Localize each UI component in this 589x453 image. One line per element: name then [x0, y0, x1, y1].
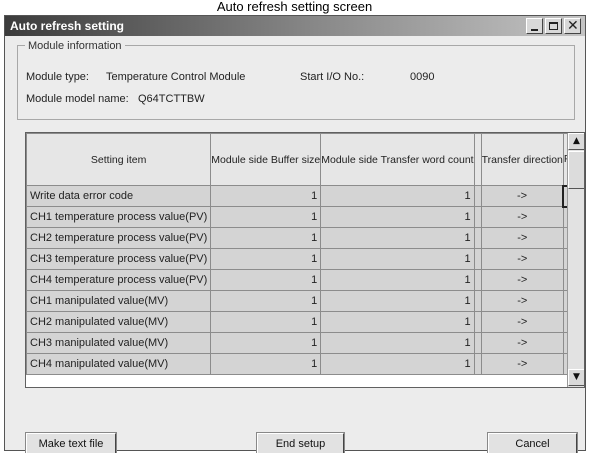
transfer-direction-cell: -> [480, 269, 564, 291]
make-text-file-button[interactable]: Make text file [26, 433, 116, 453]
buffer-size-cell: 1 [210, 206, 322, 228]
transfer-direction-cell: -> [480, 248, 564, 270]
transfer-direction-cell: -> [480, 311, 564, 333]
word-count-cell: 1 [320, 332, 475, 354]
close-icon: ✕ [567, 18, 579, 34]
setting-item-cell: CH1 manipulated value(MV) [26, 290, 212, 312]
word-count-cell: 1 [320, 311, 475, 333]
refresh-settings-grid: Setting item Module side Buffer size Mod… [25, 132, 585, 388]
settings-table: Setting item Module side Buffer size Mod… [26, 133, 584, 375]
table-row: CH4 manipulated value(MV) 1 1 -> [26, 353, 584, 375]
word-count-cell: 1 [320, 185, 475, 207]
transfer-direction-cell: -> [480, 206, 564, 228]
blank-cell [473, 290, 482, 312]
scroll-up-icon[interactable]: ▲ [568, 133, 584, 150]
module-information-frame [17, 45, 575, 120]
table-row: Write data error code 1 1 -> [26, 184, 584, 208]
blank-cell [473, 311, 482, 333]
transfer-direction-cell: -> [480, 290, 564, 312]
word-count-cell: 1 [320, 269, 475, 291]
buffer-size-cell: 1 [210, 248, 322, 270]
scroll-down-icon[interactable]: ▼ [568, 369, 584, 386]
setting-item-cell: CH4 temperature process value(PV) [26, 269, 212, 291]
vertical-scrollbar[interactable]: ▲ ▼ [567, 133, 584, 387]
minimize-button[interactable] [526, 18, 543, 34]
maximize-button[interactable] [545, 18, 562, 34]
blank-cell [473, 269, 482, 291]
blank-cell [473, 353, 482, 375]
header-row: Setting item Module side Buffer size Mod… [26, 133, 584, 186]
buffer-size-cell: 1 [210, 353, 322, 375]
end-setup-button[interactable]: End setup [257, 433, 344, 453]
setting-item-cell: Write data error code [26, 185, 212, 207]
maximize-icon [549, 22, 558, 30]
buffer-size-cell: 1 [210, 332, 322, 354]
table-row: CH1 temperature process value(PV) 1 1 -> [26, 206, 584, 228]
start-io-label: Start I/O No.: [300, 71, 365, 83]
table-row: CH4 temperature process value(PV) 1 1 -> [26, 269, 584, 291]
title-bar[interactable]: Auto refresh setting ✕ [5, 16, 585, 36]
blank-cell [473, 248, 482, 270]
setting-item-cell: CH3 manipulated value(MV) [26, 332, 212, 354]
word-count-cell: 1 [320, 248, 475, 270]
buffer-size-cell: 1 [210, 227, 322, 249]
buffer-size-cell: 1 [210, 185, 322, 207]
module-information-legend: Module information [25, 40, 125, 52]
table-row: CH3 temperature process value(PV) 1 1 -> [26, 248, 584, 270]
table-row: CH2 temperature process value(PV) 1 1 -> [26, 227, 584, 249]
buffer-size-cell: 1 [210, 269, 322, 291]
module-type-label: Module type: [26, 71, 89, 83]
col-header-transfer-word-count: Module side Transfer word count [320, 133, 475, 186]
word-count-cell: 1 [320, 353, 475, 375]
col-header-setting-item: Setting item [26, 133, 212, 186]
table-row: CH3 manipulated value(MV) 1 1 -> [26, 332, 584, 354]
buffer-size-cell: 1 [210, 311, 322, 333]
transfer-direction-cell: -> [480, 227, 564, 249]
setting-item-cell: CH2 temperature process value(PV) [26, 227, 212, 249]
buffer-size-cell: 1 [210, 290, 322, 312]
auto-refresh-dialog: Auto refresh setting ✕ Module informatio… [4, 15, 586, 453]
col-header-buffer-size: Module side Buffer size [210, 133, 322, 186]
word-count-cell: 1 [320, 290, 475, 312]
setting-item-cell: CH4 manipulated value(MV) [26, 353, 212, 375]
setting-item-cell: CH3 temperature process value(PV) [26, 248, 212, 270]
module-model-value: Q64TCTTBW [138, 93, 205, 105]
cancel-button[interactable]: Cancel [488, 433, 577, 453]
transfer-direction-cell: -> [480, 332, 564, 354]
col-header-transfer-direction: Transfer direction [480, 133, 564, 186]
blank-cell [473, 332, 482, 354]
setting-item-cell: CH1 temperature process value(PV) [26, 206, 212, 228]
window-title: Auto refresh setting [10, 19, 125, 33]
table-row: CH2 manipulated value(MV) 1 1 -> [26, 311, 584, 333]
close-button[interactable]: ✕ [564, 18, 581, 34]
blank-cell [473, 206, 482, 228]
start-io-value: 0090 [410, 71, 435, 83]
blank-cell [473, 185, 482, 207]
table-row: CH1 manipulated value(MV) 1 1 -> [26, 290, 584, 312]
scroll-thumb[interactable] [568, 151, 584, 189]
setting-item-cell: CH2 manipulated value(MV) [26, 311, 212, 333]
word-count-cell: 1 [320, 206, 475, 228]
word-count-cell: 1 [320, 227, 475, 249]
blank-cell [473, 227, 482, 249]
minimize-icon [531, 29, 538, 31]
transfer-direction-cell: -> [480, 185, 564, 207]
module-model-label: Module model name: [26, 93, 129, 105]
col-header-blank [473, 133, 482, 186]
module-type-value: Temperature Control Module [106, 71, 246, 83]
transfer-direction-cell: -> [480, 353, 564, 375]
